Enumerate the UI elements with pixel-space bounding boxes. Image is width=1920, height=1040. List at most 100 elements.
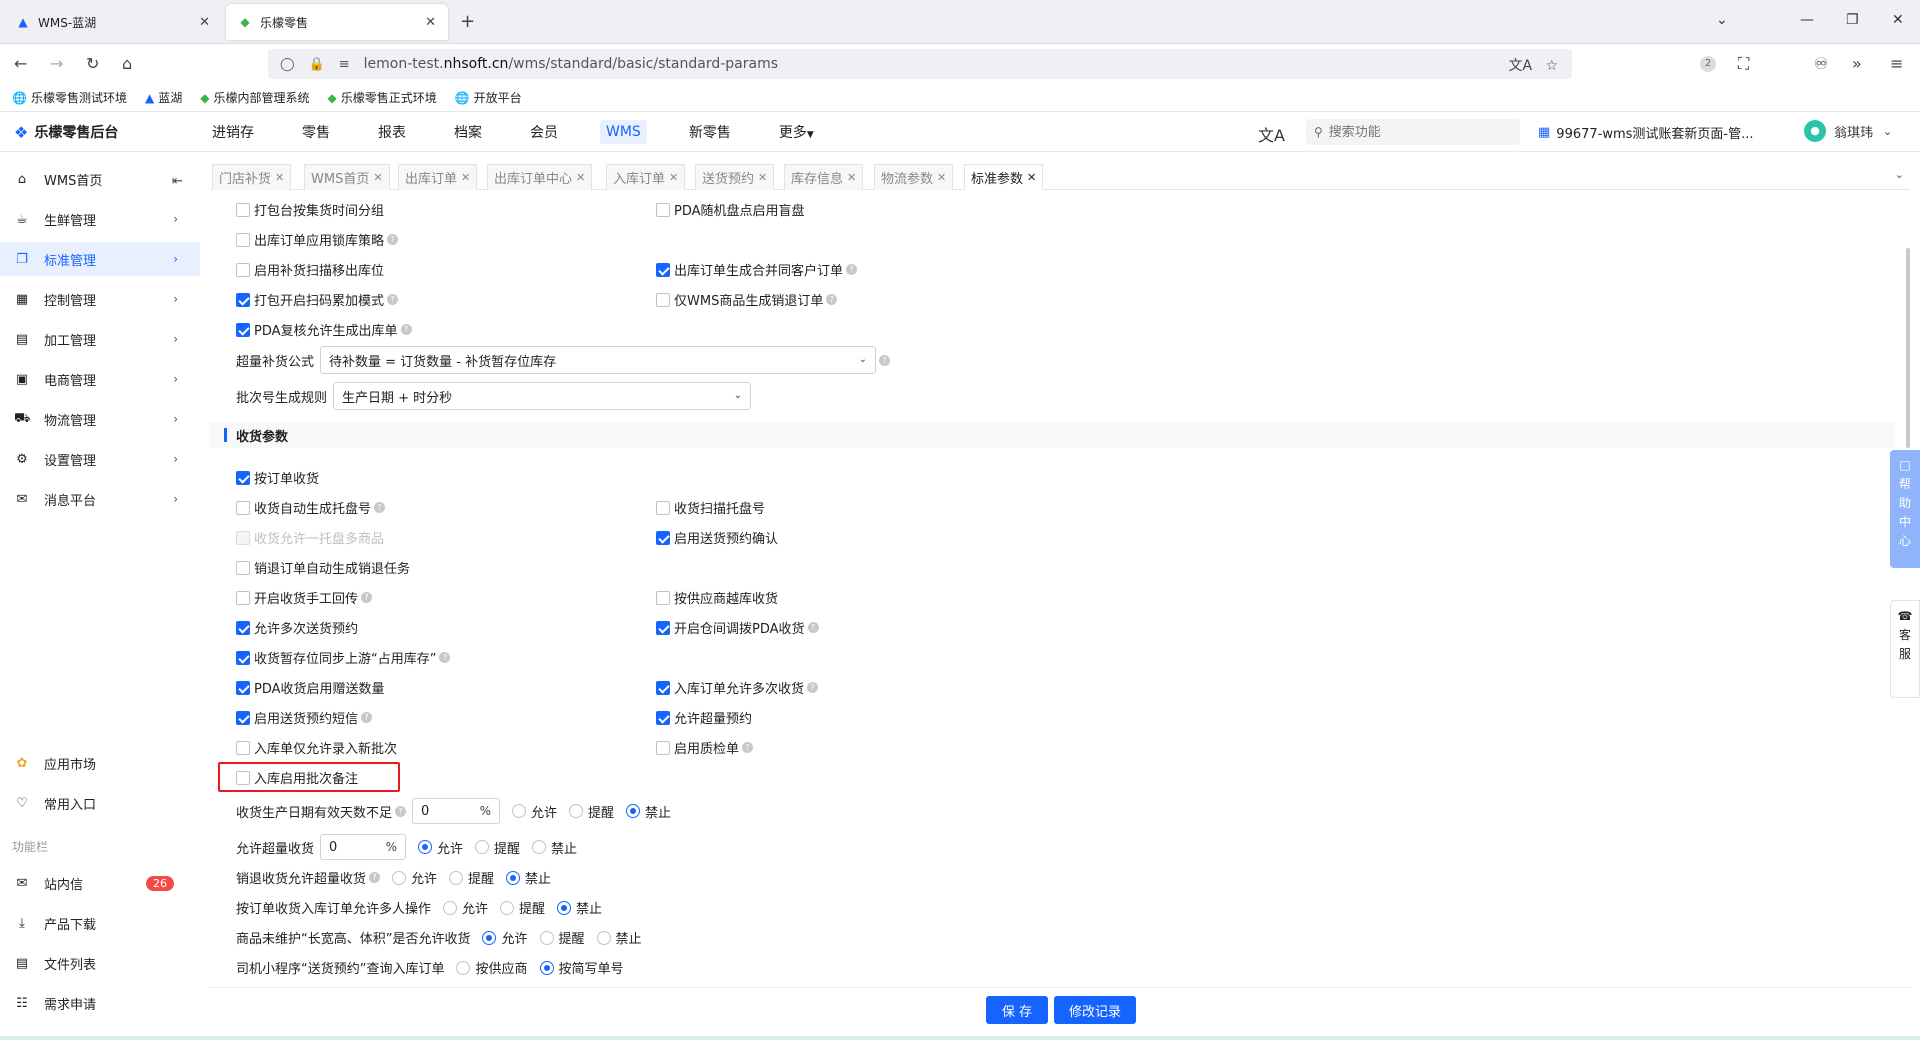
restore-icon[interactable]: ❐ bbox=[1846, 12, 1859, 28]
radio-selected[interactable] bbox=[557, 900, 572, 915]
checkbox-checked[interactable] bbox=[236, 710, 250, 725]
param-checkbox[interactable]: 按订单收货 bbox=[236, 468, 319, 487]
browser-tab-lanhu[interactable]: ▲ WMS-蓝湖 ✕ bbox=[4, 4, 222, 40]
radio-selected[interactable] bbox=[506, 870, 521, 885]
radio-forbid[interactable]: 禁止 bbox=[557, 898, 602, 917]
checkbox[interactable] bbox=[236, 262, 250, 277]
checkbox[interactable] bbox=[236, 232, 250, 247]
history-button[interactable]: 修改记录 bbox=[1054, 996, 1136, 1024]
address-bar[interactable]: ◯ 🔒 ≡ lemon-test.nhsoft.cn/wms/standard/… bbox=[268, 49, 1572, 79]
topnav-item-wms[interactable]: WMS bbox=[600, 120, 647, 144]
param-checkbox[interactable]: 允许超量预约 bbox=[656, 708, 752, 727]
user-menu[interactable]: ● 翁琪玮 ⌄ bbox=[1804, 120, 1892, 142]
help-icon[interactable]: ? bbox=[361, 712, 373, 723]
sidebar-item-favorites[interactable]: ♡ 常用入口 bbox=[0, 786, 200, 820]
checkbox-checked[interactable] bbox=[236, 470, 250, 485]
page-tab[interactable]: WMS首页 ✕ bbox=[304, 164, 390, 190]
checkbox-checked[interactable] bbox=[236, 322, 250, 337]
save-button[interactable]: 保 存 bbox=[986, 996, 1048, 1024]
checkbox-checked[interactable] bbox=[656, 710, 670, 725]
topnav-item[interactable]: 零售 bbox=[296, 118, 336, 146]
bookmark-item[interactable]: ◆ 乐檬零售正式环境 bbox=[327, 89, 436, 106]
help-icon[interactable]: ? bbox=[807, 622, 819, 633]
param-checkbox[interactable]: 销退订单自动生成销退任务 bbox=[236, 558, 410, 577]
checkbox[interactable] bbox=[656, 740, 670, 755]
radio-remind[interactable]: 提醒 bbox=[500, 898, 545, 917]
sidebar-item-request[interactable]: ☷ 需求申请 bbox=[0, 986, 200, 1020]
sidebar-item-ecommerce[interactable]: ▣ 电商管理 › bbox=[0, 362, 200, 396]
extension-badge-icon[interactable]: 2 bbox=[1700, 56, 1716, 72]
radio-remind[interactable]: 提醒 bbox=[449, 868, 494, 887]
checkbox[interactable] bbox=[656, 500, 670, 515]
page-tab[interactable]: 出库订单 ✕ bbox=[398, 164, 478, 190]
help-icon[interactable]: ? bbox=[846, 264, 858, 275]
checkbox-checked[interactable] bbox=[656, 680, 670, 695]
star-icon[interactable]: ☆ bbox=[1545, 58, 1558, 74]
checkbox[interactable] bbox=[656, 202, 670, 217]
radio[interactable] bbox=[532, 840, 547, 854]
translate-icon[interactable]: 文A bbox=[1258, 122, 1285, 146]
help-icon[interactable]: ? bbox=[369, 872, 381, 883]
collapse-sidebar-icon[interactable]: ⇤ bbox=[172, 174, 183, 189]
chevron-down-icon[interactable]: ⌄ bbox=[1895, 168, 1904, 181]
extensions-icon[interactable]: ♾ bbox=[1814, 54, 1828, 73]
param-checkbox-batch-remark[interactable]: 入库启用批次备注 bbox=[236, 768, 358, 787]
param-checkbox[interactable]: 收货扫描托盘号 bbox=[656, 498, 765, 517]
sidebar-item-process[interactable]: ▤ 加工管理 › bbox=[0, 322, 200, 356]
help-icon[interactable]: ? bbox=[395, 805, 407, 817]
topnav-item[interactable]: 进销存 bbox=[206, 118, 260, 146]
content-scrollbar[interactable] bbox=[1906, 248, 1910, 448]
radio[interactable] bbox=[449, 870, 464, 885]
over-receive-input[interactable]: 0% bbox=[320, 834, 407, 860]
checkbox[interactable] bbox=[236, 500, 250, 515]
app-logo[interactable]: ❖ 乐檬零售后台 bbox=[14, 122, 118, 142]
close-icon[interactable]: ✕ bbox=[199, 15, 210, 30]
bookmark-item[interactable]: ◆ 乐檬内部管理系统 bbox=[200, 89, 309, 106]
page-tab[interactable]: 送货预约 ✕ bbox=[695, 164, 775, 190]
minimize-icon[interactable]: — bbox=[1800, 12, 1814, 28]
checkbox-checked[interactable] bbox=[236, 620, 250, 635]
expiry-days-input[interactable]: 0% bbox=[412, 798, 501, 824]
menu-icon[interactable]: ≡ bbox=[1890, 54, 1903, 73]
close-icon[interactable]: ✕ bbox=[425, 15, 436, 30]
radio-remind[interactable]: 提醒 bbox=[569, 802, 614, 821]
new-tab-icon[interactable]: + bbox=[460, 11, 475, 32]
param-checkbox[interactable]: 按供应商越库收货 bbox=[656, 588, 778, 607]
batch-rule-select[interactable]: 生产日期 + 时分秒 ⌄ bbox=[333, 382, 752, 410]
page-tab[interactable]: 出库订单中心 ✕ bbox=[487, 164, 593, 190]
page-tab-active[interactable]: 标准参数 ✕ bbox=[964, 164, 1044, 190]
home-icon[interactable]: ⌂ bbox=[122, 54, 132, 73]
overfill-formula-select[interactable]: 待补数量 = 订货数量 - 补货暂存位库存 ⌄ bbox=[320, 346, 877, 374]
sidebar-item-download[interactable]: ⤓ 产品下载 bbox=[0, 906, 200, 940]
radio-selected[interactable] bbox=[539, 960, 554, 975]
param-checkbox[interactable]: 启用送货预约确认 bbox=[656, 528, 778, 547]
checkbox[interactable] bbox=[236, 770, 250, 785]
topnav-item[interactable]: 报表 bbox=[372, 118, 412, 146]
radio[interactable] bbox=[512, 804, 527, 818]
function-search[interactable]: ⚲ bbox=[1306, 119, 1520, 145]
overflow-icon[interactable]: » bbox=[1852, 54, 1862, 73]
radio-selected[interactable] bbox=[418, 840, 433, 854]
param-checkbox[interactable]: 收货自动生成托盘号? bbox=[236, 498, 386, 517]
sidebar-item-files[interactable]: ▤ 文件列表 bbox=[0, 946, 200, 980]
param-checkbox[interactable]: PDA收货启用赠送数量 bbox=[236, 678, 385, 697]
topnav-item[interactable]: 新零售 bbox=[683, 118, 737, 146]
param-checkbox[interactable]: 开启收货手工回传? bbox=[236, 588, 373, 607]
sidebar-item-wms-home[interactable]: ⌂ WMS首页 bbox=[0, 162, 200, 196]
checkbox-checked[interactable] bbox=[656, 620, 670, 635]
page-tab[interactable]: 库存信息 ✕ bbox=[784, 164, 864, 190]
param-checkbox[interactable]: 入库订单允许多次收货? bbox=[656, 678, 819, 697]
checkbox-checked[interactable] bbox=[656, 262, 670, 277]
checkbox[interactable] bbox=[656, 292, 670, 307]
help-center-button[interactable]: □ 帮 助 中 心 bbox=[1890, 450, 1920, 568]
search-input[interactable] bbox=[1328, 124, 1499, 140]
radio-remind[interactable]: 提醒 bbox=[539, 928, 585, 947]
checkbox-checked[interactable] bbox=[656, 530, 670, 545]
radio-forbid[interactable]: 禁止 bbox=[626, 802, 671, 821]
help-icon[interactable]: ? bbox=[361, 592, 373, 603]
topnav-item-more[interactable]: 更多▼ bbox=[773, 118, 820, 146]
close-icon[interactable]: ✕ bbox=[1027, 171, 1036, 184]
checkbox-checked[interactable] bbox=[236, 292, 250, 307]
back-icon[interactable]: ← bbox=[14, 54, 27, 73]
radio[interactable] bbox=[443, 900, 458, 915]
